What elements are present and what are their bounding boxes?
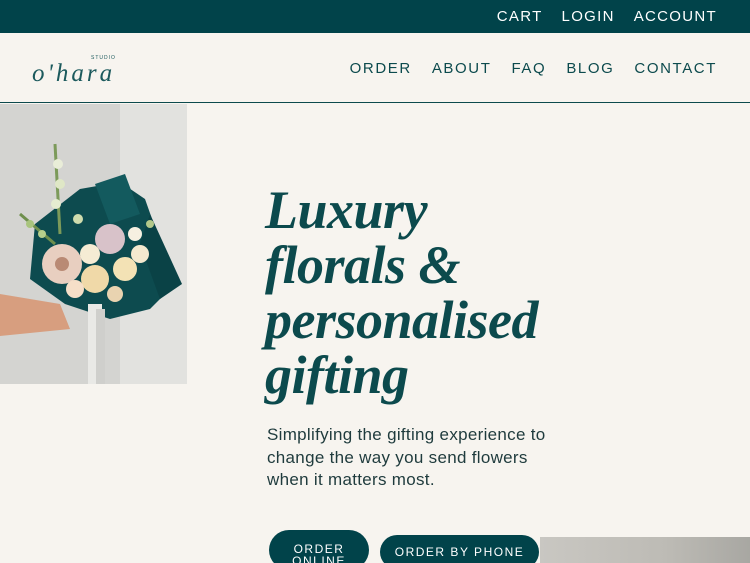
nav-about[interactable]: ABOUT <box>432 60 492 77</box>
order-online-button[interactable]: ORDER ONLINE <box>269 530 369 563</box>
order-online-label-line: ORDER <box>293 541 345 556</box>
top-utility-bar: CART LOGIN ACCOUNT <box>0 0 750 33</box>
hero-title-line: Luxury <box>265 180 428 240</box>
bouquet-illustration <box>0 104 187 384</box>
nav-faq[interactable]: FAQ <box>512 60 547 77</box>
logo-name-text: o'hara <box>32 60 116 87</box>
utility-nav: CART LOGIN ACCOUNT <box>497 0 717 33</box>
nav-order[interactable]: ORDER <box>350 60 412 77</box>
order-online-label-line: ONLINE <box>292 553 346 563</box>
account-link[interactable]: ACCOUNT <box>634 8 717 25</box>
hero-title-line: gifting <box>265 345 409 405</box>
studio-ohara-logo[interactable]: STUDIO o'hara <box>32 51 142 91</box>
hero-title-line: florals & <box>265 235 461 295</box>
main-nav: ORDER ABOUT FAQ BLOG CONTACT <box>350 33 717 103</box>
bouquet-photo <box>0 104 187 384</box>
secondary-photo <box>540 537 750 563</box>
hero-subtitle: Simplifying the gifting experience to ch… <box>267 425 546 489</box>
cart-link[interactable]: CART <box>497 8 543 25</box>
hero-title: Luxury florals & personalised gifting <box>265 183 625 403</box>
nav-contact[interactable]: CONTACT <box>634 60 717 77</box>
site-header: STUDIO o'hara ORDER ABOUT FAQ BLOG CONTA… <box>0 33 750 103</box>
login-link[interactable]: LOGIN <box>562 8 615 25</box>
order-by-phone-button[interactable]: ORDER BY PHONE <box>380 535 539 563</box>
hero-title-line: personalised <box>265 290 539 350</box>
nav-blog[interactable]: BLOG <box>566 60 614 77</box>
